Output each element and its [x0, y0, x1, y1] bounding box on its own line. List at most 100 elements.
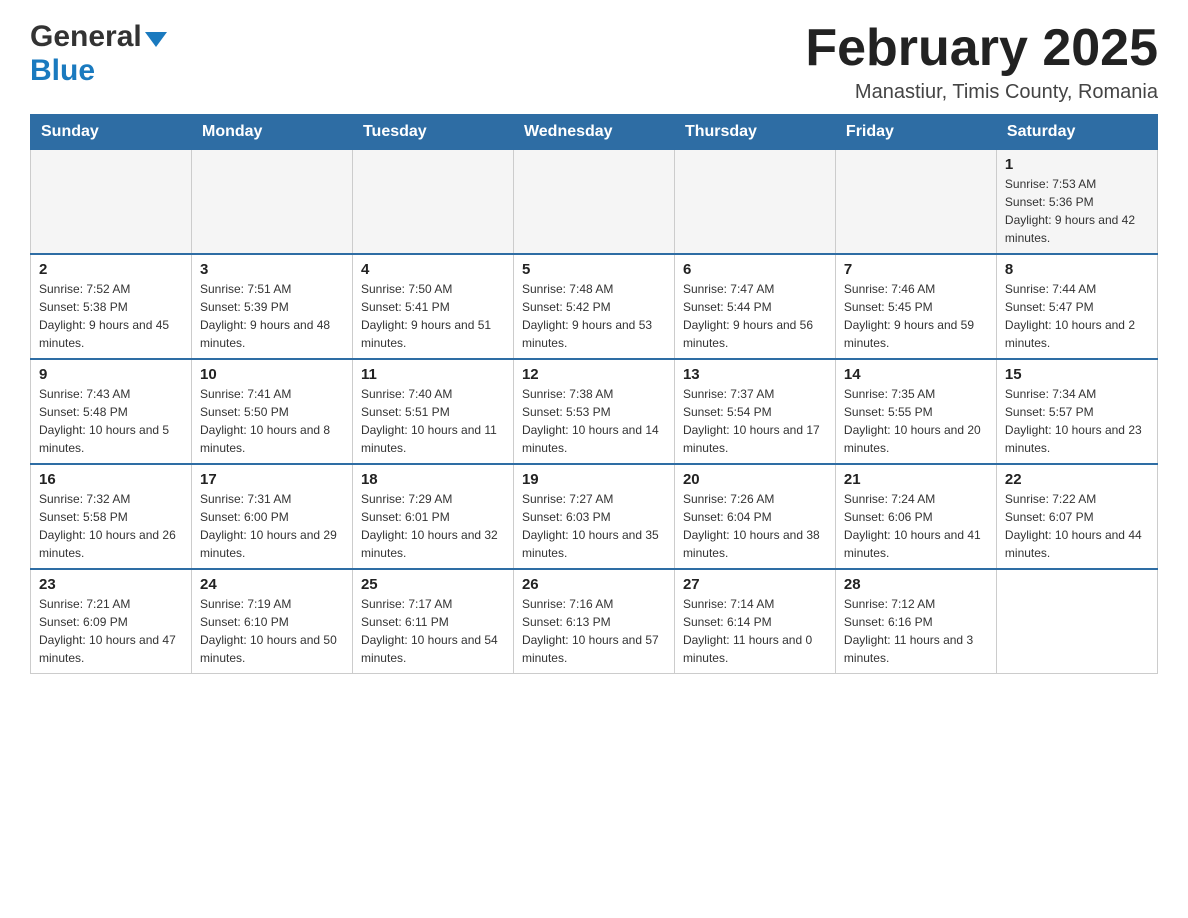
- column-header-monday: Monday: [191, 115, 352, 150]
- calendar-cell: 22 Sunrise: 7:22 AMSunset: 6:07 PMDayligh…: [996, 464, 1157, 569]
- title-area: February 2025 Manastiur, Timis County, R…: [805, 20, 1158, 104]
- day-info: Sunrise: 7:21 AMSunset: 6:09 PMDaylight:…: [39, 595, 183, 667]
- column-header-sunday: Sunday: [31, 115, 192, 150]
- calendar-cell: 19Sunrise: 7:27 AMSunset: 6:03 PMDayligh…: [513, 464, 674, 569]
- calendar-cell: 7 Sunrise: 7:46 AMSunset: 5:45 PMDaylight…: [835, 254, 996, 359]
- calendar-cell: 14 Sunrise: 7:35 AMSunset: 5:55 PMDayligh…: [835, 359, 996, 464]
- column-header-thursday: Thursday: [674, 115, 835, 150]
- week-row-3: 9 Sunrise: 7:43 AMSunset: 5:48 PMDaylight…: [31, 359, 1158, 464]
- logo-general: General: [30, 20, 142, 54]
- calendar-cell: [996, 569, 1157, 674]
- day-number: 24: [200, 576, 344, 593]
- calendar-subtitle: Manastiur, Timis County, Romania: [805, 81, 1158, 104]
- calendar-cell: 4 Sunrise: 7:50 AMSunset: 5:41 PMDaylight…: [352, 254, 513, 359]
- day-info: Sunrise: 7:46 AMSunset: 5:45 PMDaylight:…: [844, 280, 988, 352]
- day-number: 26: [522, 576, 666, 593]
- day-info: Sunrise: 7:31 AMSunset: 6:00 PMDaylight:…: [200, 490, 344, 562]
- day-info: Sunrise: 7:53 AMSunset: 5:36 PMDaylight:…: [1005, 175, 1149, 247]
- week-row-4: 16 Sunrise: 7:32 AMSunset: 5:58 PMDayligh…: [31, 464, 1158, 569]
- day-info: Sunrise: 7:50 AMSunset: 5:41 PMDaylight:…: [361, 280, 505, 352]
- day-number: 20: [683, 471, 827, 488]
- day-number: 22: [1005, 471, 1149, 488]
- calendar-cell: 23 Sunrise: 7:21 AMSunset: 6:09 PMDayligh…: [31, 569, 192, 674]
- day-info: Sunrise: 7:32 AMSunset: 5:58 PMDaylight:…: [39, 490, 183, 562]
- calendar-cell: 5Sunrise: 7:48 AMSunset: 5:42 PMDaylight…: [513, 254, 674, 359]
- day-info: Sunrise: 7:29 AMSunset: 6:01 PMDaylight:…: [361, 490, 505, 562]
- calendar-cell: [352, 150, 513, 255]
- calendar-cell: [31, 150, 192, 255]
- day-info: Sunrise: 7:38 AMSunset: 5:53 PMDaylight:…: [522, 385, 666, 457]
- day-info: Sunrise: 7:22 AMSunset: 6:07 PMDaylight:…: [1005, 490, 1149, 562]
- calendar-cell: 11 Sunrise: 7:40 AMSunset: 5:51 PMDayligh…: [352, 359, 513, 464]
- day-info: Sunrise: 7:16 AMSunset: 6:13 PMDaylight:…: [522, 595, 666, 667]
- day-number: 4: [361, 261, 505, 278]
- column-header-friday: Friday: [835, 115, 996, 150]
- day-info: Sunrise: 7:51 AMSunset: 5:39 PMDaylight:…: [200, 280, 344, 352]
- day-info: Sunrise: 7:48 AMSunset: 5:42 PMDaylight:…: [522, 280, 666, 352]
- calendar-cell: 28 Sunrise: 7:12 AMSunset: 6:16 PMDayligh…: [835, 569, 996, 674]
- calendar-cell: 27 Sunrise: 7:14 AMSunset: 6:14 PMDayligh…: [674, 569, 835, 674]
- day-number: 15: [1005, 366, 1149, 383]
- calendar-cell: 2 Sunrise: 7:52 AMSunset: 5:38 PMDaylight…: [31, 254, 192, 359]
- day-number: 7: [844, 261, 988, 278]
- day-number: 19: [522, 471, 666, 488]
- calendar-cell: 25 Sunrise: 7:17 AMSunset: 6:11 PMDayligh…: [352, 569, 513, 674]
- column-header-tuesday: Tuesday: [352, 115, 513, 150]
- day-number: 2: [39, 261, 183, 278]
- day-info: Sunrise: 7:26 AMSunset: 6:04 PMDaylight:…: [683, 490, 827, 562]
- day-info: Sunrise: 7:35 AMSunset: 5:55 PMDaylight:…: [844, 385, 988, 457]
- calendar-cell: [513, 150, 674, 255]
- day-number: 1: [1005, 156, 1149, 173]
- day-number: 28: [844, 576, 988, 593]
- day-number: 14: [844, 366, 988, 383]
- calendar-cell: 10 Sunrise: 7:41 AMSunset: 5:50 PMDayligh…: [191, 359, 352, 464]
- day-number: 11: [361, 366, 505, 383]
- day-number: 18: [361, 471, 505, 488]
- day-number: 25: [361, 576, 505, 593]
- calendar-cell: [674, 150, 835, 255]
- day-number: 13: [683, 366, 827, 383]
- calendar-cell: 17 Sunrise: 7:31 AMSunset: 6:00 PMDayligh…: [191, 464, 352, 569]
- calendar-cell: 13Sunrise: 7:37 AMSunset: 5:54 PMDayligh…: [674, 359, 835, 464]
- week-row-2: 2 Sunrise: 7:52 AMSunset: 5:38 PMDaylight…: [31, 254, 1158, 359]
- column-header-wednesday: Wednesday: [513, 115, 674, 150]
- calendar-title: February 2025: [805, 20, 1158, 77]
- day-number: 21: [844, 471, 988, 488]
- day-number: 8: [1005, 261, 1149, 278]
- day-info: Sunrise: 7:43 AMSunset: 5:48 PMDaylight:…: [39, 385, 183, 457]
- week-row-5: 23 Sunrise: 7:21 AMSunset: 6:09 PMDayligh…: [31, 569, 1158, 674]
- day-number: 27: [683, 576, 827, 593]
- day-info: Sunrise: 7:12 AMSunset: 6:16 PMDaylight:…: [844, 595, 988, 667]
- header: General Blue February 2025 Manastiur, Ti…: [30, 20, 1158, 104]
- day-info: Sunrise: 7:52 AMSunset: 5:38 PMDaylight:…: [39, 280, 183, 352]
- day-number: 10: [200, 366, 344, 383]
- calendar-cell: [191, 150, 352, 255]
- calendar-cell: 18 Sunrise: 7:29 AMSunset: 6:01 PMDayligh…: [352, 464, 513, 569]
- calendar-cell: 12 Sunrise: 7:38 AMSunset: 5:53 PMDayligh…: [513, 359, 674, 464]
- day-info: Sunrise: 7:34 AMSunset: 5:57 PMDaylight:…: [1005, 385, 1149, 457]
- day-number: 12: [522, 366, 666, 383]
- column-header-saturday: Saturday: [996, 115, 1157, 150]
- logo: General Blue: [30, 20, 167, 88]
- header-row: SundayMondayTuesdayWednesdayThursdayFrid…: [31, 115, 1158, 150]
- calendar-cell: 3Sunrise: 7:51 AMSunset: 5:39 PMDaylight…: [191, 254, 352, 359]
- calendar-cell: 9 Sunrise: 7:43 AMSunset: 5:48 PMDaylight…: [31, 359, 192, 464]
- week-row-1: 1 Sunrise: 7:53 AMSunset: 5:36 PMDaylight…: [31, 150, 1158, 255]
- calendar-cell: 1 Sunrise: 7:53 AMSunset: 5:36 PMDaylight…: [996, 150, 1157, 255]
- day-info: Sunrise: 7:14 AMSunset: 6:14 PMDaylight:…: [683, 595, 827, 667]
- day-number: 16: [39, 471, 183, 488]
- day-info: Sunrise: 7:19 AMSunset: 6:10 PMDaylight:…: [200, 595, 344, 667]
- day-info: Sunrise: 7:40 AMSunset: 5:51 PMDaylight:…: [361, 385, 505, 457]
- day-info: Sunrise: 7:24 AMSunset: 6:06 PMDaylight:…: [844, 490, 988, 562]
- day-number: 6: [683, 261, 827, 278]
- logo-blue: Blue: [30, 54, 95, 87]
- calendar-cell: 21 Sunrise: 7:24 AMSunset: 6:06 PMDayligh…: [835, 464, 996, 569]
- calendar-table: SundayMondayTuesdayWednesdayThursdayFrid…: [30, 114, 1158, 674]
- calendar-cell: 20 Sunrise: 7:26 AMSunset: 6:04 PMDayligh…: [674, 464, 835, 569]
- day-info: Sunrise: 7:17 AMSunset: 6:11 PMDaylight:…: [361, 595, 505, 667]
- day-number: 9: [39, 366, 183, 383]
- day-number: 17: [200, 471, 344, 488]
- day-info: Sunrise: 7:41 AMSunset: 5:50 PMDaylight:…: [200, 385, 344, 457]
- calendar-cell: 16 Sunrise: 7:32 AMSunset: 5:58 PMDayligh…: [31, 464, 192, 569]
- day-number: 23: [39, 576, 183, 593]
